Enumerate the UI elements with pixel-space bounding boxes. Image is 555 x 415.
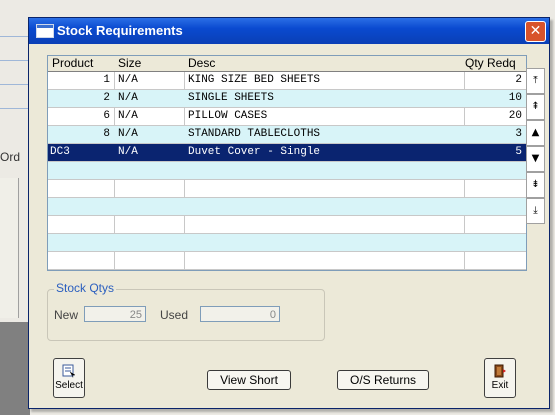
page-up-button[interactable]: ⇞ xyxy=(526,94,545,120)
table-row[interactable]: 6 N/A PILLOW CASES 20 xyxy=(48,108,526,126)
table-row[interactable] xyxy=(48,180,526,198)
previous-record-button[interactable]: ▲ xyxy=(526,120,545,146)
table-row[interactable]: DC3 N/A Duvet Cover - Single 5 xyxy=(48,144,526,162)
cell-qty: 5 xyxy=(515,146,522,158)
table-row[interactable] xyxy=(48,252,526,270)
window-icon xyxy=(36,24,54,38)
select-button[interactable]: Select xyxy=(53,358,85,398)
table-row[interactable] xyxy=(48,216,526,234)
cell-desc: PILLOW CASES xyxy=(188,110,268,122)
bg-row xyxy=(0,36,30,37)
bg-row xyxy=(0,60,30,61)
stock-requirements-dialog: Stock Requirements ✕ Product Size Desc Q… xyxy=(28,17,550,409)
new-qty-field[interactable]: 25 xyxy=(84,306,146,322)
table-row[interactable] xyxy=(48,234,526,252)
exit-button[interactable]: Exit xyxy=(484,358,516,398)
first-record-button[interactable]: ⤒ xyxy=(526,68,545,94)
table-row[interactable]: 2 N/A SINGLE SHEETS 10 xyxy=(48,90,526,108)
cell-qty: 10 xyxy=(508,92,522,104)
cell-size: N/A xyxy=(118,92,138,104)
table-row[interactable]: 8 N/A STANDARD TABLECLOTHS 3 xyxy=(48,126,526,144)
column-header-product[interactable]: Product xyxy=(52,56,93,70)
table-row[interactable] xyxy=(48,198,526,216)
bg-row xyxy=(0,84,30,85)
bg-panel xyxy=(0,178,19,318)
used-qty-field[interactable]: 0 xyxy=(200,306,280,322)
column-header-size[interactable]: Size xyxy=(118,56,141,70)
cell-size: N/A xyxy=(118,74,138,86)
used-label: Used xyxy=(160,308,189,322)
select-label: Select xyxy=(55,380,83,391)
column-header-qty[interactable]: Qty Redq xyxy=(465,56,516,70)
window-title: Stock Requirements xyxy=(57,23,183,38)
stock-qtys-group: Stock Qtys New 25 Used 0 xyxy=(47,281,325,341)
stock-grid[interactable]: Product Size Desc Qty Redq 1 N/A KING SIZE… xyxy=(47,55,527,271)
cell-qty: 20 xyxy=(508,110,522,122)
cell-product: 8 xyxy=(103,128,110,140)
cell-size: N/A xyxy=(118,146,138,158)
cell-desc: KING SIZE BED SHEETS xyxy=(188,74,321,86)
os-returns-button[interactable]: O/S Returns xyxy=(337,370,429,390)
new-label: New xyxy=(54,308,79,322)
column-header-desc[interactable]: Desc xyxy=(188,56,215,70)
table-row[interactable]: 1 N/A KING SIZE BED SHEETS 2 xyxy=(48,72,526,90)
cell-desc: STANDARD TABLECLOTHS xyxy=(188,128,321,140)
cell-size: N/A xyxy=(118,128,138,140)
cell-size: N/A xyxy=(118,110,138,122)
cell-product: 2 xyxy=(103,92,110,104)
view-short-button[interactable]: View Short xyxy=(207,370,291,390)
cell-qty: 3 xyxy=(515,128,522,140)
bg-dark-area xyxy=(0,322,30,415)
cell-desc: Duvet Cover - Single xyxy=(188,146,321,158)
next-record-button[interactable]: ▼ xyxy=(526,146,545,172)
select-icon xyxy=(62,364,76,378)
exit-door-icon xyxy=(494,364,506,378)
table-row[interactable] xyxy=(48,162,526,180)
group-title: Stock Qtys xyxy=(54,281,117,295)
grid-header: Product Size Desc Qty Redq xyxy=(48,56,526,72)
close-button[interactable]: ✕ xyxy=(525,21,546,42)
bg-row xyxy=(0,108,30,109)
cell-product: 6 xyxy=(103,110,110,122)
title-bar[interactable]: Stock Requirements ✕ xyxy=(29,18,549,44)
cell-product: 1 xyxy=(103,74,110,86)
last-record-button[interactable]: ⤓ xyxy=(526,198,545,224)
exit-label: Exit xyxy=(491,380,509,391)
bg-partial-label: Ord xyxy=(0,150,21,164)
cell-qty: 2 xyxy=(515,74,522,86)
cell-product: DC3 xyxy=(50,146,70,158)
cell-desc: SINGLE SHEETS xyxy=(188,92,274,104)
page-down-button[interactable]: ⇟ xyxy=(526,172,545,198)
